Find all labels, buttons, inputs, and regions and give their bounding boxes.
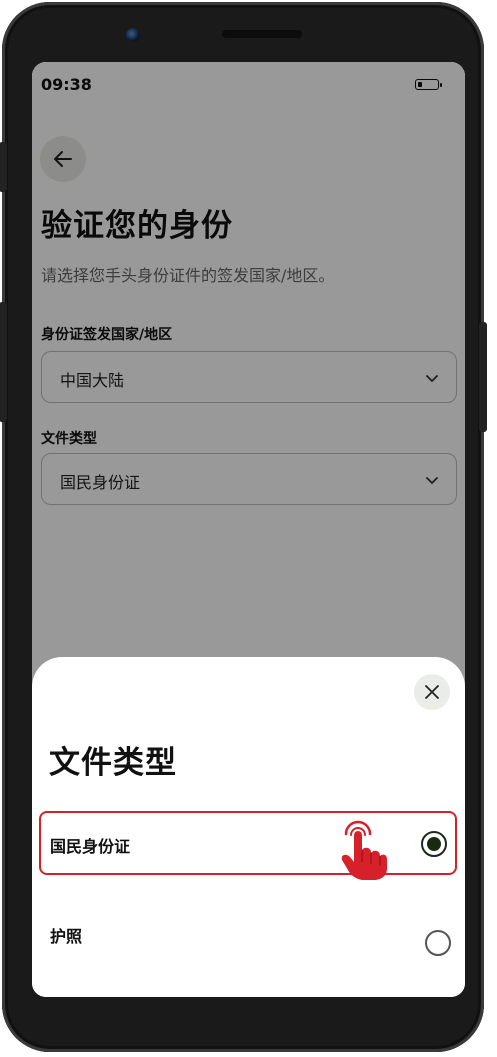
earpiece-speaker <box>222 30 302 38</box>
tap-hand-icon <box>341 820 387 880</box>
sheet-title: 文件类型 <box>49 745 177 781</box>
phone-frame: 09:38 验证您的身份 请选择您手头身份证件的签发国家/地区。 身份证签发国家… <box>0 2 487 1052</box>
close-icon <box>425 685 439 699</box>
radio-selected[interactable] <box>421 831 447 857</box>
phone-screen: 09:38 验证您的身份 请选择您手头身份证件的签发国家/地区。 身份证签发国家… <box>32 62 465 997</box>
close-button[interactable] <box>414 674 450 710</box>
front-camera <box>126 28 140 42</box>
option-label: 国民身份证 <box>50 837 131 856</box>
option-passport[interactable]: 护照 <box>39 902 457 966</box>
phone-side-button <box>479 322 487 432</box>
option-label: 护照 <box>50 927 83 946</box>
option-national-id[interactable]: 国民身份证 <box>39 811 457 875</box>
document-type-sheet: 文件类型 国民身份证 护照 <box>32 657 465 997</box>
phone-side-button <box>0 302 7 422</box>
phone-side-button <box>0 142 7 192</box>
radio-unselected[interactable] <box>425 930 451 956</box>
